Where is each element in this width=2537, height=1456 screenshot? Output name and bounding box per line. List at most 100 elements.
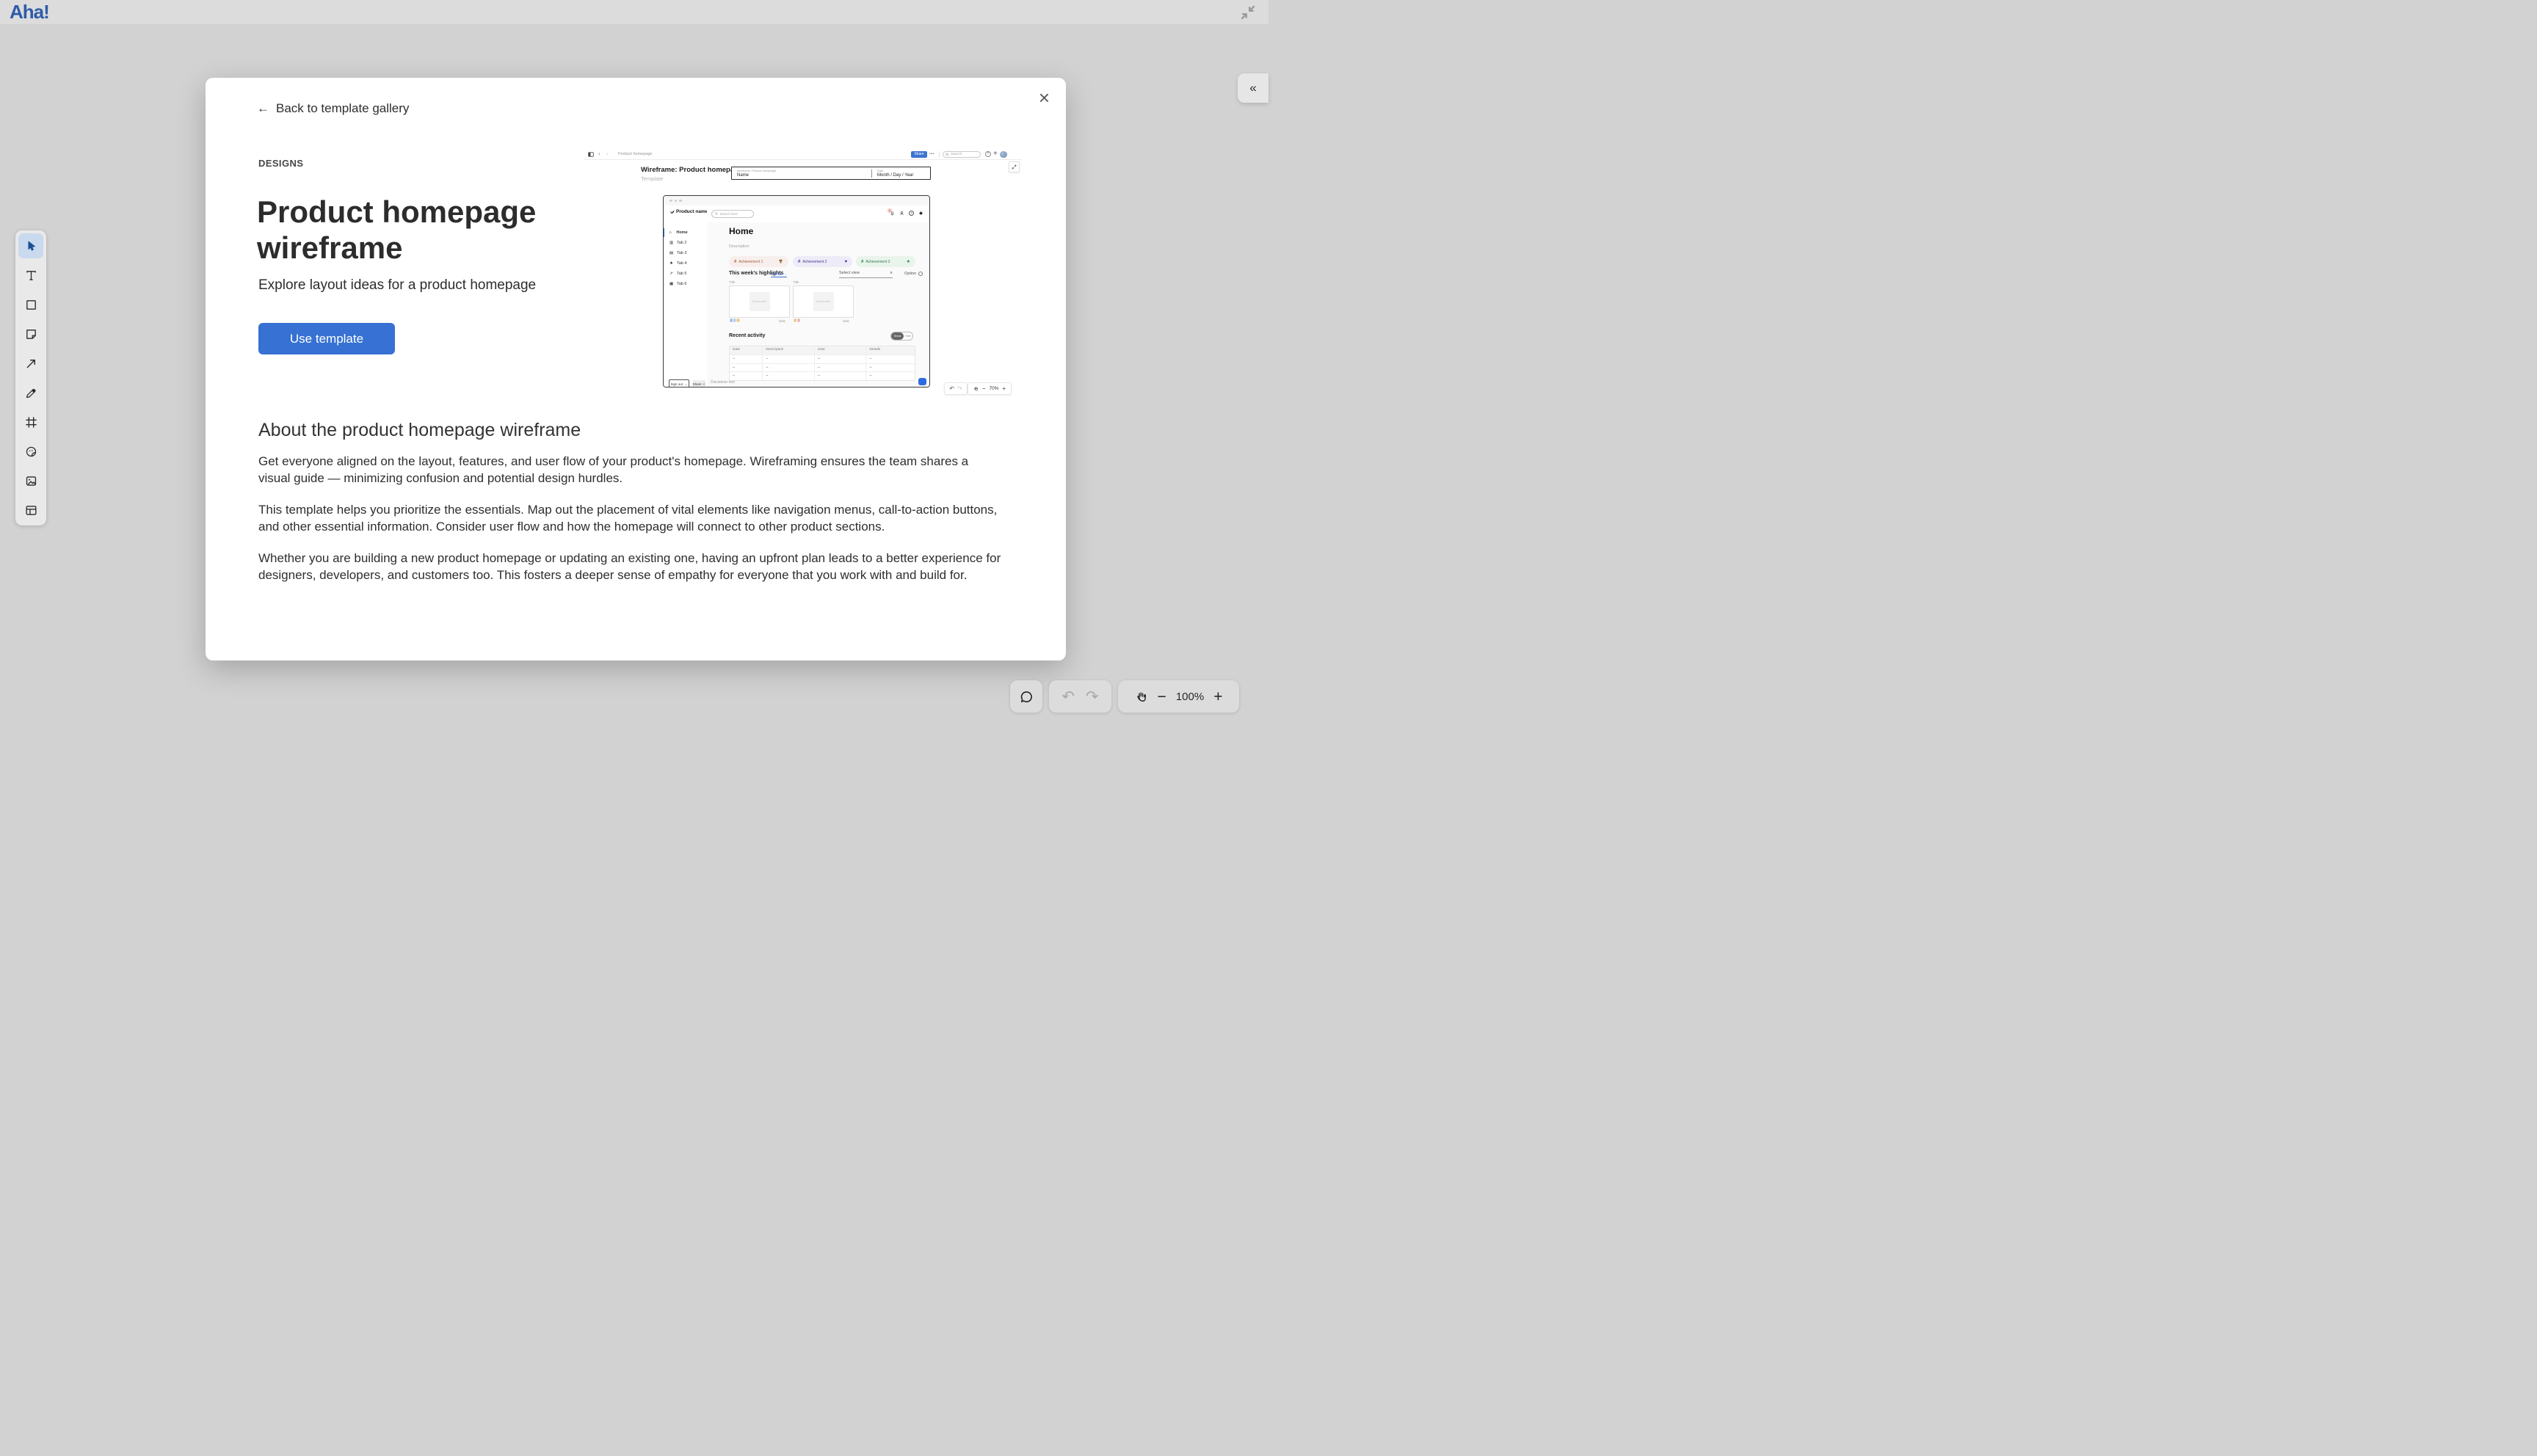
shape-tool-button[interactable] [18, 292, 43, 317]
option-toggle: Option [904, 272, 923, 276]
chat-bubble-icon [918, 378, 926, 385]
toggle-circle-icon [918, 272, 923, 276]
wireframe-header: Search here 2 ? [707, 205, 929, 223]
achievement-pill-1: # Achievement 1 [729, 256, 788, 267]
date-field-value: Month / Day / Year [877, 173, 913, 178]
product-logo: Product name [669, 209, 708, 214]
zoom-out-button[interactable]: − [1158, 689, 1166, 705]
hand-icon [973, 386, 979, 391]
leaf-icon [669, 209, 675, 214]
card-avatars [793, 318, 799, 323]
table-tool-button[interactable] [18, 498, 43, 523]
back-to-gallery-link[interactable]: ← Back to template gallery [257, 101, 409, 116]
template-detail-modal: ← Back to template gallery × DESIGNS Prod… [206, 78, 1066, 660]
notification-badge: 2 [888, 208, 892, 213]
table-row: – – – – [730, 372, 915, 380]
about-paragraph: This template helps you prioritize the e… [258, 502, 1001, 535]
name-field-value: Name [737, 173, 749, 178]
sticker-tool-button[interactable] [18, 439, 43, 464]
zoom-level: 100% [1176, 691, 1204, 703]
arrow-right-icon: → [783, 272, 787, 277]
divider [939, 151, 940, 158]
card-title-label: Title [793, 280, 799, 284]
table-header-row: Date Description User Details [730, 346, 915, 355]
undo-icon: ↶ [949, 386, 954, 392]
card-date-label: Date [779, 319, 785, 323]
sticker-smiley-icon [24, 445, 38, 459]
undo-redo-group: ↶ ↷ [1049, 680, 1111, 713]
arrow-icon [24, 357, 38, 371]
heart-icon: ♥ [844, 260, 847, 264]
image-tool-button[interactable] [18, 468, 43, 493]
wireframe-sidebar: Product name ⌂Home ▥Tab 2 ▤Tab 3 ★Tab 4 … [664, 205, 708, 387]
add-icon: + [993, 150, 998, 158]
pen-tool-button[interactable] [18, 380, 43, 405]
chevrons-left-icon: « [1249, 81, 1256, 95]
disclaimer-text: Disclaimer text [711, 380, 735, 385]
select-tool-button[interactable] [18, 233, 43, 258]
square-icon [24, 298, 38, 312]
use-template-button[interactable]: Use template [258, 323, 395, 354]
back-link-label: Back to template gallery [276, 101, 409, 115]
preview-zoom-group: − 70% + [968, 382, 1012, 395]
redo-icon[interactable]: ↷ [1086, 688, 1099, 706]
wireframe-page-title: Home [729, 226, 753, 236]
aha-logo: Aha! [10, 1, 49, 23]
nav-item-tab2: ▥Tab 2 [664, 239, 707, 247]
trophy-icon [778, 259, 783, 264]
about-paragraph: Get everyone aligned on the layout, feat… [258, 454, 1001, 487]
chevron-down-icon: ∨ [890, 271, 893, 275]
pencil-icon [24, 386, 38, 400]
sign-out-arrow-icon: → [684, 382, 688, 386]
sticky-note-icon [24, 327, 38, 341]
sign-out-button: Sign out→ [669, 379, 689, 387]
board-subtitle: Template [641, 175, 663, 182]
expand-icon [1009, 161, 1020, 172]
search-icon [946, 153, 949, 156]
select-view-dropdown: Select view∨ [839, 271, 893, 278]
template-subtitle: Explore layout ideas for a product homep… [258, 277, 536, 294]
show-hide-toggle: Show Hide [890, 332, 913, 341]
avatar [1000, 151, 1007, 159]
card-title-label: Title [729, 280, 735, 284]
hand-tool-icon[interactable] [1135, 690, 1148, 703]
nav-item-tab5: ↗Tab 5 [664, 269, 707, 278]
cursor-icon [24, 239, 38, 253]
highlight-card: Placeholder [793, 285, 854, 318]
comment-button-group [1010, 680, 1042, 713]
zoom-in-button[interactable]: + [1213, 689, 1222, 705]
template-title: Product homepage wireframe [257, 194, 573, 266]
arrow-tool-button[interactable] [18, 351, 43, 376]
about-paragraph: Whether you are building a new product h… [258, 550, 1001, 583]
preview-zoom-level: 70% [989, 386, 998, 391]
zoom-in-icon: + [1003, 386, 1006, 392]
comment-bubble-icon[interactable] [1019, 689, 1034, 705]
bell-icon: 2 [890, 211, 895, 216]
help-icon: ? [909, 211, 914, 216]
preview-search-input: Search [943, 151, 981, 158]
gear-icon [918, 211, 923, 216]
nav-item-tab3: ▤Tab 3 [664, 249, 707, 258]
more-menu-icon: ••• [929, 152, 934, 156]
template-category-label: DESIGNS [258, 158, 303, 169]
frame-tool-button[interactable] [18, 410, 43, 434]
text-tool-button[interactable] [18, 263, 43, 288]
image-icon [24, 474, 38, 488]
wireframe-search-input: Search here [711, 210, 754, 218]
panel-collapse-tab[interactable]: « [1238, 73, 1268, 103]
date-field-label: Date [877, 169, 883, 172]
help-icon: ? [985, 151, 991, 157]
top-app-bar: Aha! [0, 0, 1268, 24]
card-avatars [729, 318, 739, 323]
person-icon [899, 211, 904, 216]
close-icon[interactable]: × [1039, 88, 1050, 107]
undo-icon[interactable]: ↶ [1061, 688, 1075, 706]
card-date-label: Date [843, 319, 849, 323]
activity-table: Date Description User Details – – – – – … [729, 346, 915, 381]
nav-item-home: ⌂Home [664, 228, 707, 237]
collapse-diagonal-icon[interactable] [1239, 4, 1257, 21]
back-arrow-icon: ← [257, 101, 269, 115]
preview-app-topbar: ‹ › Product homepage Share ••• Search ? … [584, 150, 1022, 160]
sticky-note-tool-button[interactable] [18, 321, 43, 346]
share-nodes-icon: < [703, 382, 705, 386]
